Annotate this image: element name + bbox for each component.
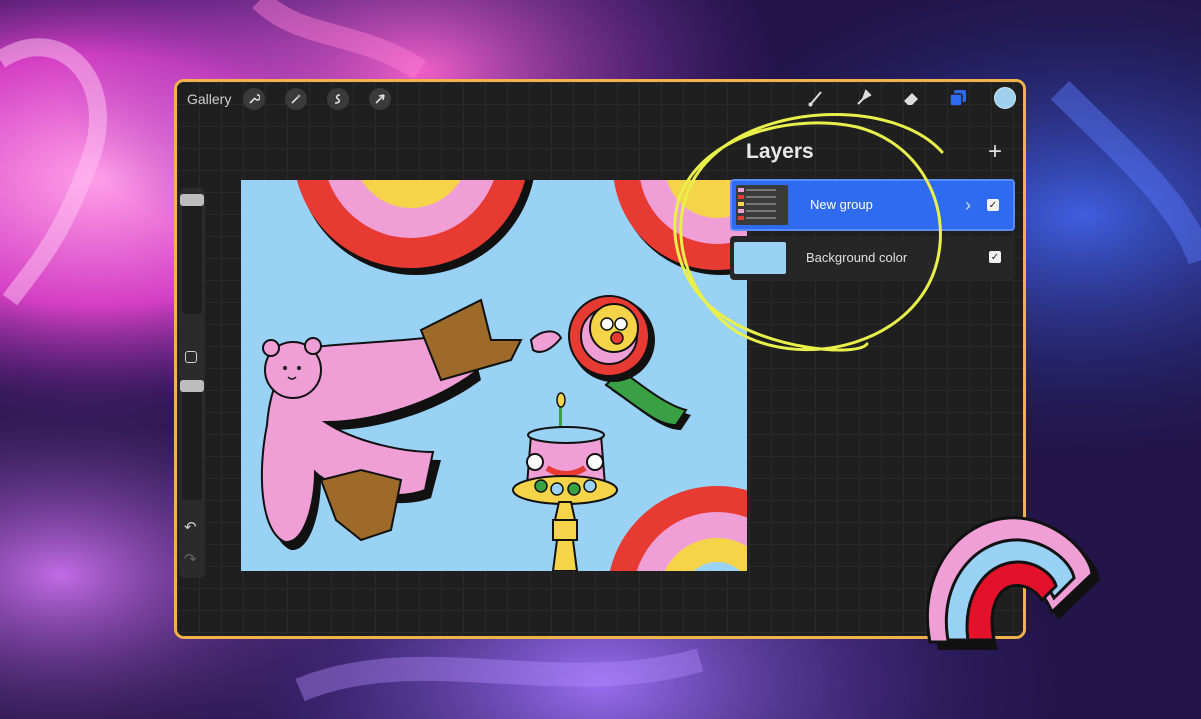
redo-icon[interactable]: ↷ bbox=[184, 550, 197, 568]
brush-size-slider[interactable] bbox=[180, 194, 204, 314]
eraser-icon[interactable] bbox=[899, 86, 923, 110]
layer-name: Background color bbox=[806, 250, 908, 265]
modify-button[interactable] bbox=[185, 351, 197, 363]
rainbow-sticker bbox=[925, 516, 1100, 650]
gallery-button[interactable]: Gallery bbox=[187, 91, 231, 107]
add-layer-button[interactable]: + bbox=[988, 138, 1002, 166]
left-sidebar: ↶ ↷ bbox=[179, 188, 205, 578]
layer-item-background-color[interactable]: Background color ✓ bbox=[730, 236, 1015, 280]
opacity-slider[interactable] bbox=[180, 380, 204, 500]
selection-icon[interactable] bbox=[327, 88, 350, 110]
layers-icon[interactable] bbox=[946, 86, 970, 110]
artwork-canvas[interactable] bbox=[241, 180, 747, 571]
layers-title: Layers bbox=[746, 140, 814, 163]
visibility-checkbox[interactable]: ✓ bbox=[989, 251, 1001, 263]
procreate-window: Gallery ↶ ↷ Layers + New group › ✓ Backg… bbox=[174, 79, 1026, 639]
opacity-knob[interactable] bbox=[180, 380, 204, 392]
current-color-swatch bbox=[994, 87, 1016, 109]
magic-wand-icon[interactable] bbox=[285, 88, 308, 110]
color-picker-button[interactable] bbox=[993, 86, 1017, 110]
undo-icon[interactable]: ↶ bbox=[184, 518, 197, 536]
layer-name: New group bbox=[810, 197, 873, 212]
chevron-right-icon[interactable]: › bbox=[965, 195, 971, 216]
brush-icon[interactable] bbox=[805, 86, 829, 110]
arrow-cursor-icon[interactable] bbox=[369, 88, 392, 110]
layer-item-new-group[interactable]: New group › ✓ bbox=[730, 179, 1015, 231]
brush-size-knob[interactable] bbox=[180, 194, 204, 206]
visibility-checkbox[interactable]: ✓ bbox=[987, 199, 999, 211]
wrench-icon[interactable] bbox=[243, 88, 266, 110]
smudge-icon[interactable] bbox=[852, 86, 876, 110]
layers-panel: Layers + New group › ✓ Background color … bbox=[730, 132, 1020, 282]
background-color-swatch bbox=[734, 242, 786, 274]
group-thumbnail bbox=[736, 185, 788, 225]
top-toolbar: Gallery bbox=[177, 82, 1023, 116]
